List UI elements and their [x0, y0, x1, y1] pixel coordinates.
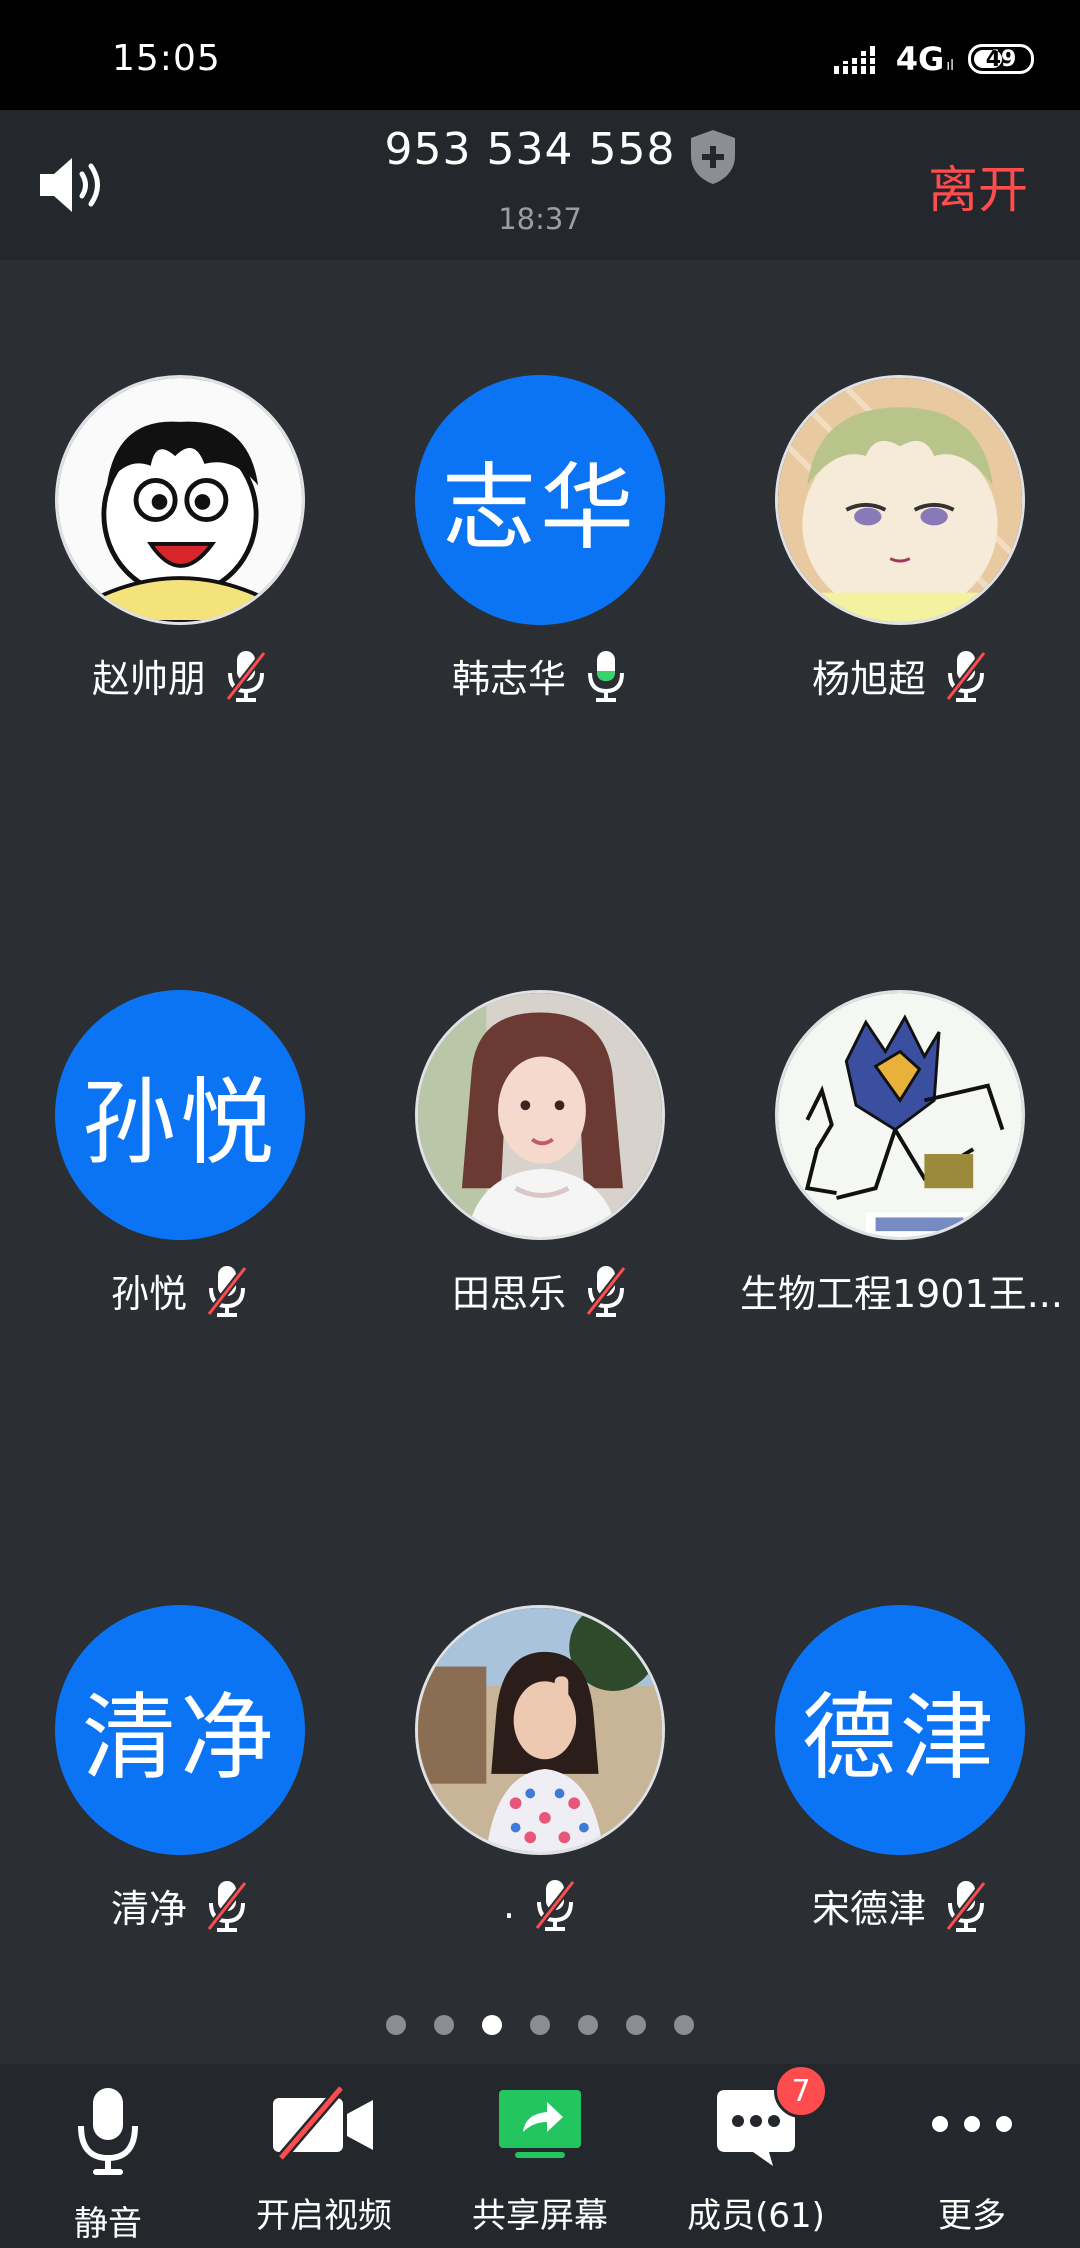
participant-tile[interactable]: 志华 韩志华	[360, 260, 720, 702]
participant-name-row: 赵帅朋	[0, 648, 360, 703]
members-label: 成员(61)	[687, 2196, 825, 2236]
page-dot-3-active[interactable]	[482, 2015, 502, 2035]
meeting-id-row: 953 534 558	[0, 124, 1080, 184]
page-dot-5[interactable]	[578, 2015, 598, 2035]
girl-outdoor-avatar	[418, 1608, 662, 1852]
participant-tile[interactable]: 孙悦 孙悦	[0, 875, 360, 1317]
status-time: 15:05	[112, 38, 221, 79]
members-badge: 7	[774, 2064, 828, 2118]
page-dot-1[interactable]	[386, 2015, 406, 2035]
network-type: 4G	[895, 40, 945, 78]
participant-name-row: .	[360, 1878, 720, 1932]
more-button[interactable]: 更多	[864, 2064, 1080, 2248]
share-screen-button[interactable]: 共享屏幕	[432, 2064, 648, 2248]
signal-strength-icon	[833, 46, 875, 74]
girl-portrait-avatar	[418, 993, 662, 1237]
meme-drawing-avatar	[778, 993, 1022, 1237]
meeting-elapsed-time: 18:37	[498, 202, 582, 236]
participant-tile[interactable]: 清净 清净	[0, 1490, 360, 1932]
start-video-label: 开启视频	[256, 2196, 392, 2236]
more-label: 更多	[938, 2196, 1006, 2236]
participant-grid: 赵帅朋 志华 韩志华 杨旭超 孙悦 孙悦 田思乐 生物工程1901王... 清净…	[0, 260, 1080, 2010]
status-indicators: 4G ıl 49	[833, 40, 1034, 78]
participant-name: 孙悦	[110, 1272, 187, 1316]
microphone-icon	[78, 2088, 138, 2175]
participant-tile[interactable]: 生物工程1901王...	[720, 875, 1080, 1316]
avatar-initials: 德津	[775, 1605, 1025, 1855]
avatar	[415, 990, 665, 1240]
avatar-initials: 清净	[55, 1605, 305, 1855]
participant-name: 韩志华	[451, 657, 566, 701]
page-dot-4[interactable]	[530, 2015, 550, 2035]
avatar-initials: 志华	[415, 375, 665, 625]
mic-muted-icon	[585, 1265, 627, 1317]
page-indicator	[0, 2015, 1080, 2035]
participant-name: 生物工程1901王...	[740, 1272, 1060, 1316]
mic-muted-icon	[225, 650, 267, 702]
security-shield-icon[interactable]	[687, 128, 739, 186]
page-dot-6[interactable]	[626, 2015, 646, 2035]
avatar	[55, 375, 305, 625]
participant-name: 杨旭超	[811, 657, 926, 701]
page-dot-7[interactable]	[674, 2015, 694, 2035]
avatar	[775, 375, 1025, 625]
start-video-button[interactable]: 开启视频	[216, 2064, 432, 2248]
meeting-toolbar: 静音 开启视频 共享屏幕 7 成员(61) 更多	[0, 2064, 1080, 2248]
mute-label: 静音	[74, 2204, 142, 2244]
mic-muted-icon	[534, 1879, 576, 1931]
participant-name: 宋德津	[811, 1887, 926, 1931]
anime-baby-avatar	[778, 378, 1022, 622]
avatar	[415, 1605, 665, 1855]
participant-name-row: 宋德津	[720, 1878, 1080, 1933]
participant-name-row: 清净	[0, 1878, 360, 1933]
participant-name: 赵帅朋	[91, 657, 206, 701]
page-dot-2[interactable]	[434, 2015, 454, 2035]
battery-icon: 49	[968, 44, 1034, 74]
share-screen-icon	[499, 2090, 581, 2158]
status-bar: 15:05 4G ıl 49	[0, 0, 1080, 110]
mute-button[interactable]: 静音	[0, 2064, 216, 2248]
leave-button[interactable]: 离开	[928, 150, 1028, 222]
participant-name: .	[502, 1883, 516, 1927]
participant-tile[interactable]: 田思乐	[360, 875, 720, 1317]
battery-level: 49	[985, 46, 1017, 72]
participant-tile[interactable]: .	[360, 1490, 720, 1931]
participant-name: 田思乐	[451, 1272, 566, 1316]
mic-muted-icon	[206, 1265, 248, 1317]
avatar-initials: 孙悦	[55, 990, 305, 1240]
cartoon-boy-avatar	[58, 378, 302, 622]
mic-active-icon	[588, 650, 624, 702]
meeting-header: 953 534 558 18:37 离开	[0, 110, 1080, 260]
members-button[interactable]: 7 成员(61)	[648, 2064, 864, 2248]
participant-tile[interactable]: 赵帅朋	[0, 260, 360, 702]
participant-name-row: 生物工程1901王...	[720, 1263, 1080, 1318]
participant-name-row: 田思乐	[360, 1263, 720, 1318]
avatar	[775, 990, 1025, 1240]
video-off-icon	[273, 2084, 373, 2162]
network-activity: ıl	[946, 58, 954, 74]
participant-tile[interactable]: 德津 宋德津	[720, 1490, 1080, 1932]
participant-name-row: 杨旭超	[720, 648, 1080, 703]
share-screen-label: 共享屏幕	[472, 2196, 608, 2236]
mic-muted-icon	[206, 1880, 248, 1932]
participant-name-row: 韩志华	[360, 648, 720, 703]
more-dots-icon	[932, 2116, 1012, 2132]
mic-muted-icon	[945, 1880, 987, 1932]
participant-name-row: 孙悦	[0, 1263, 360, 1318]
participant-name: 清净	[110, 1887, 187, 1931]
mic-muted-icon	[945, 650, 987, 702]
participant-tile[interactable]: 杨旭超	[720, 260, 1080, 702]
meeting-id[interactable]: 953 534 558	[385, 124, 676, 175]
